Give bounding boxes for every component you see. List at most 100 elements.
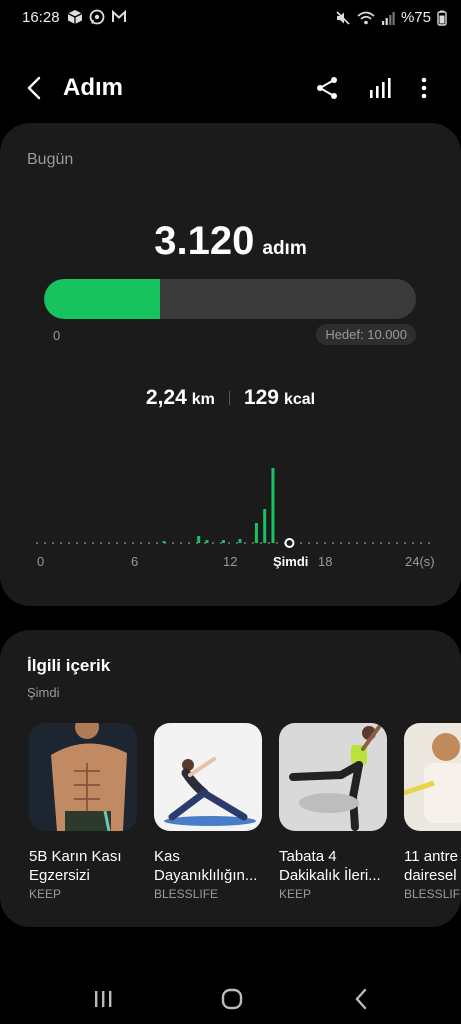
page-title: Adım <box>63 74 123 101</box>
steps-count: 3.120 adım <box>0 219 461 264</box>
x-tick-label: 6 <box>131 554 139 569</box>
back-icon[interactable] <box>22 75 48 101</box>
abs-photo-icon <box>29 723 137 831</box>
mute-icon <box>336 10 350 25</box>
baseline-dot <box>155 541 159 545</box>
battery-level: %75 <box>400 9 431 26</box>
baseline-dot <box>51 541 55 545</box>
app-bar: Adım <box>0 62 461 114</box>
steps-progress-fill <box>44 279 161 319</box>
system-nav-bar <box>0 975 461 1024</box>
baseline-dot <box>75 541 79 545</box>
recent-apps-icon[interactable] <box>89 987 117 1011</box>
related-title: İlgili içerik <box>27 656 111 675</box>
chart-bar <box>254 523 258 543</box>
baseline-dot <box>299 541 303 545</box>
baseline-dot <box>147 541 151 545</box>
baseline-dot <box>211 541 215 545</box>
goal-badge: Hedef: 10.000 <box>316 324 416 345</box>
baseline-dot <box>259 541 263 545</box>
baseline-dot <box>347 541 351 545</box>
baseline-dot <box>251 541 255 545</box>
baseline-dot <box>227 541 231 545</box>
chart-bar <box>221 540 225 543</box>
x-tick-label: 24(s) <box>405 554 435 569</box>
related-subtitle: Şimdi <box>27 685 60 700</box>
related-item-source: BLESSLIFE <box>154 887 219 901</box>
baseline-dot <box>427 541 431 545</box>
baseline-dot <box>355 541 359 545</box>
stats-divider <box>228 391 230 405</box>
period-label: Bugün <box>27 151 74 168</box>
trends-icon[interactable] <box>367 75 393 101</box>
chart-bar <box>162 541 166 543</box>
box-icon <box>67 10 83 24</box>
baseline-dot <box>83 541 87 545</box>
baseline-dot <box>243 541 247 545</box>
baseline-dot <box>59 541 63 545</box>
baseline-dot <box>331 541 335 545</box>
whatsapp-icon <box>89 9 105 25</box>
baseline-dot <box>403 541 407 545</box>
system-icons: %75 <box>335 9 447 26</box>
chart-bar <box>205 540 209 543</box>
calories-unit: kcal <box>283 391 316 408</box>
baseline-dot <box>363 541 367 545</box>
baseline-dot <box>235 541 239 545</box>
baseline-dot <box>123 541 127 545</box>
chart-bar <box>238 539 242 543</box>
more-options-icon[interactable] <box>411 75 437 101</box>
share-icon[interactable] <box>314 75 340 101</box>
related-item[interactable]: Kas Dayanıklılığın... BLESSLIFE <box>154 723 262 901</box>
baseline-dot <box>371 541 375 545</box>
baseline-dot <box>67 541 71 545</box>
baseline-dot <box>139 541 143 545</box>
signal-icon <box>381 11 395 25</box>
home-icon[interactable] <box>218 987 246 1011</box>
baseline-dot <box>267 541 271 545</box>
related-item-title: Kas Dayanıklılığın... <box>154 848 258 884</box>
status-bar: 16:28 %75 <box>0 0 461 36</box>
baseline-dot <box>219 541 223 545</box>
calories-stat: 129 kcal <box>244 386 315 410</box>
baseline-dot <box>339 541 343 545</box>
baseline-dot <box>107 541 111 545</box>
related-item[interactable]: 5B Karın Kası Egzersizi KEEP <box>29 723 137 901</box>
gym-photo-icon <box>404 723 461 831</box>
battery-icon <box>437 10 447 26</box>
distance-unit: km <box>191 391 215 408</box>
baseline-dot <box>307 541 311 545</box>
baseline-dot <box>411 541 415 545</box>
steps-value: 3.120 <box>154 219 255 263</box>
related-item-title: 11 antre dairesel <box>404 848 458 884</box>
stretch-photo-icon <box>154 723 262 831</box>
distance-value: 2,24 <box>145 386 187 409</box>
baseline-dot <box>419 541 423 545</box>
x-tick-label: 0 <box>37 554 45 569</box>
related-item-source: BLESSLIFE <box>404 887 461 901</box>
baseline-dot <box>171 541 175 545</box>
steps-unit: adım <box>262 238 307 259</box>
related-item[interactable]: 11 antredairesel BLESSLIFE <box>404 723 461 901</box>
baseline-dot <box>395 541 399 545</box>
back-nav-icon[interactable] <box>348 987 376 1011</box>
distance-stat: 2,24 km <box>146 386 215 410</box>
chart-bar <box>197 536 201 543</box>
stats-row: 2,24 km 129 kcal <box>0 386 461 410</box>
related-item-title: 5B Karın Kası Egzersizi <box>29 848 122 884</box>
progress-start-label: 0 <box>53 328 61 343</box>
related-item-title: Tabata 4 Dakikalık İleri... <box>279 848 381 884</box>
x-tick-label-now: Şimdi <box>273 554 309 569</box>
status-time: 16:28 <box>22 9 60 26</box>
current-time-marker <box>284 538 295 548</box>
kick-photo-icon <box>279 723 387 831</box>
chart-bar <box>271 468 275 543</box>
baseline-dot <box>275 541 279 545</box>
related-item[interactable]: Tabata 4 Dakikalık İleri... KEEP <box>279 723 387 901</box>
notification-icons <box>67 9 127 25</box>
x-tick-label: 12 <box>223 554 238 569</box>
steps-progress-bar <box>44 279 416 319</box>
baseline-dot <box>379 541 383 545</box>
baseline-dot <box>179 541 183 545</box>
baseline-dot <box>43 541 47 545</box>
